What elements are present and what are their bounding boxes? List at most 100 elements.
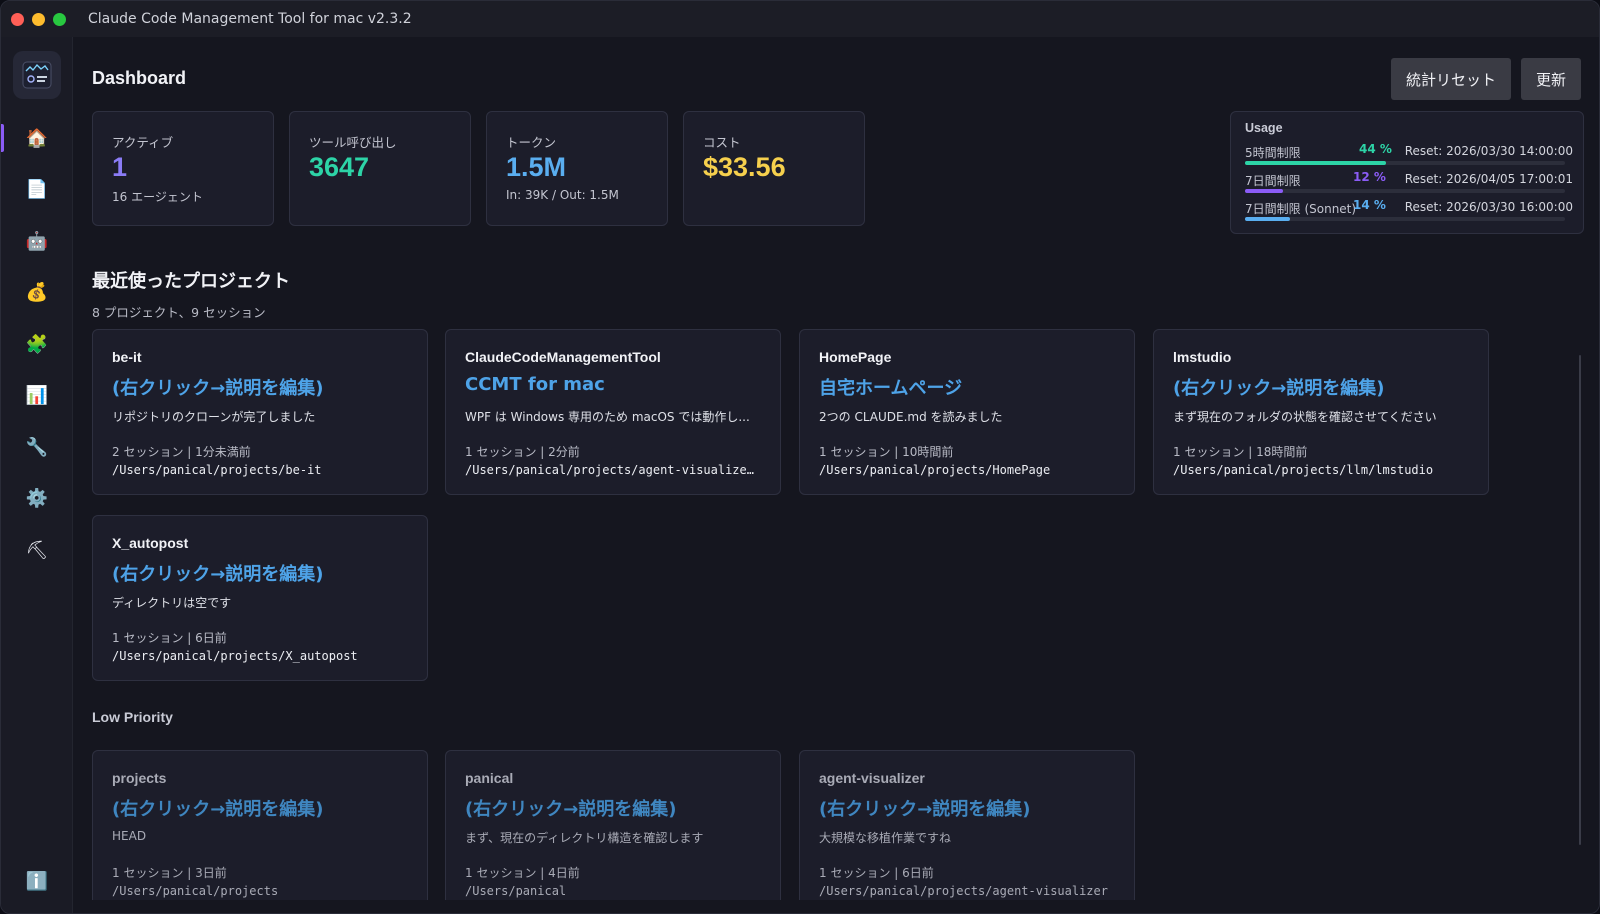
hammer-pick-icon: ⛏ [25,539,49,561]
project-description: (右クリック→説明を編集) [819,799,1031,820]
project-name: lmstudio [1173,349,1232,365]
project-description: (右クリック→説明を編集) [112,799,324,820]
recent-projects-title: 最近使ったプロジェクト [92,271,290,292]
gear-icon: ⚙️ [25,488,49,509]
project-card[interactable]: lmstudio (右クリック→説明を編集) まず現在のフォルダの状態を確認させてく… [1153,329,1489,495]
project-name: panical [465,770,514,786]
project-last-message: HEAD [112,829,147,843]
project-session-info: 2 セッション | 1分未満前 [112,445,251,459]
app-logo-icon [13,51,61,99]
project-card[interactable]: HomePage 自宅ホームページ 2つの CLAUDE.md を読みました 1 セッ… [799,329,1135,495]
project-card[interactable]: be-it (右クリック→説明を編集) リポジトリのクローンが完了しました 2 セッシ… [92,329,428,495]
stat-value: 3647 [309,152,370,182]
project-card[interactable]: panical (右クリック→説明を編集) まず、現在のディレクトリ構造を確認します… [445,750,781,900]
document-icon: 📄 [25,179,49,200]
reset-stats-button[interactable]: 統計リセット [1391,58,1511,100]
stat-card-tokens: トークン 1.5M In: 39K / Out: 1.5M [486,111,668,226]
low-priority-title: Low Priority [92,709,173,725]
project-session-info: 1 セッション | 2分前 [465,445,580,459]
project-path: /Users/panical/projects/agent-visualize… [465,463,754,477]
project-session-info: 1 セッション | 18時間前 [1173,445,1308,459]
project-last-message: WPF は Windows 専用のため macOS では動作し... [465,410,750,424]
stat-card-tool-calls: ツール呼び出し 3647 [289,111,471,226]
usage-progress-fill [1245,189,1284,193]
project-name: HomePage [819,349,892,365]
stat-label: コスト [703,135,741,150]
project-card[interactable]: ClaudeCodeManagementTool CCMT for mac WPF … [445,329,781,495]
usage-label: 7日間制限 (Sonnet) [1245,202,1357,216]
wrench-icon: 🔧 [25,436,49,458]
project-path: /Users/panical [465,884,567,898]
usage-panel: Usage 5時間制限 44 % Reset: 2026/03/30 14:00:0… [1230,111,1584,234]
stat-value: 1 [112,152,128,182]
robot-icon: 🤖 [25,230,49,252]
app-logo-graphic [22,61,52,89]
project-path: /Users/panical/projects/llm/lmstudio [1173,463,1434,477]
project-session-info: 1 セッション | 6日前 [819,866,934,880]
project-card[interactable]: projects (右クリック→説明を編集) HEAD 1 セッション | 3日前/U… [92,750,428,900]
sidebar-item-gear[interactable]: ⚙️ [1,479,73,519]
project-description: CCMT for mac [465,374,605,395]
sidebar: 🏠 📄 🤖 💰 🧩 📊 🔧 ⚙️ ⛏ ℹ️ [1,37,73,913]
page-title: Dashboard [92,68,187,88]
project-name: X_autopost [112,535,189,551]
project-description: (右クリック→説明を編集) [1173,378,1385,399]
project-description: 自宅ホームページ [819,378,963,399]
usage-reset-time: Reset: 2026/04/05 17:00:01 [1404,172,1573,186]
close-window-button[interactable] [11,12,24,26]
usage-progress-track [1245,217,1565,221]
project-description: (右クリック→説明を編集) [465,799,677,820]
sidebar-item-home[interactable]: 🏠 [1,118,73,158]
stat-value: 1.5M [506,152,567,182]
project-last-message: リポジトリのクローンが完了しました [112,410,316,424]
home-icon: 🏠 [25,127,49,149]
project-last-message: 2つの CLAUDE.md を読みました [819,410,1003,424]
project-description: (右クリック→説明を編集) [112,378,324,399]
main-content: Dashboard 統計リセット 更新 アクティブ 1 16 エージェント ツー… [73,37,1599,913]
project-name: be-it [112,349,142,365]
project-path: /Users/panical/projects/X_autopost [112,649,358,663]
zoom-window-button[interactable] [53,12,66,26]
project-path: /Users/panical/projects [112,884,279,898]
project-card[interactable]: agent-visualizer (右クリック→説明を編集) 大規模な移植作業ですね… [799,750,1135,900]
usage-reset-time: Reset: 2026/03/30 14:00:00 [1404,144,1573,158]
title-bar: Claude Code Management Tool for mac v2.3… [1,1,1599,37]
sidebar-item-bar-chart[interactable]: 📊 [1,376,73,416]
usage-percent: 12 % [1353,170,1386,184]
usage-row: 7日間制限 (Sonnet) 14 % Reset: 2026/03/30 16:0… [1245,198,1573,228]
usage-reset-time: Reset: 2026/03/30 16:00:00 [1404,200,1573,214]
project-path: /Users/panical/projects/HomePage [819,463,1051,477]
project-name: projects [112,770,167,786]
traffic-lights [11,12,66,26]
usage-label: 7日間制限 [1245,174,1301,188]
scrollbar[interactable] [1579,355,1581,845]
project-session-info: 1 セッション | 3日前 [112,866,227,880]
project-session-info: 1 セッション | 6日前 [112,631,227,645]
sidebar-item-robot[interactable]: 🤖 [1,221,73,261]
puzzle-icon: 🧩 [25,333,49,355]
minimize-window-button[interactable] [32,12,45,26]
project-last-message: ディレクトリは空です [112,596,232,610]
stat-sub: 16 エージェント [112,190,203,204]
usage-row: 5時間制限 44 % Reset: 2026/03/30 14:00:00 [1245,142,1573,172]
usage-progress-fill [1245,217,1290,221]
project-session-info: 1 セッション | 4日前 [465,866,580,880]
sidebar-item-money-bag[interactable]: 💰 [1,273,73,313]
info-nav-item[interactable]: ℹ️ [1,861,73,901]
usage-row: 7日間制限 12 % Reset: 2026/04/05 17:00:01 [1245,170,1573,200]
stat-sub: In: 39K / Out: 1.5M [506,188,619,202]
app-window: Claude Code Management Tool for mac v2.3… [0,0,1600,914]
project-description: (右クリック→説明を編集) [112,564,324,585]
project-name: agent-visualizer [819,770,925,786]
bar-chart-icon: 📊 [25,385,49,406]
sidebar-item-wrench[interactable]: 🔧 [1,427,73,467]
usage-progress-track [1245,161,1565,165]
refresh-button[interactable]: 更新 [1521,58,1581,100]
usage-title: Usage [1245,121,1283,135]
stat-value: $33.56 [703,152,786,182]
sidebar-item-hammer-pick[interactable]: ⛏ [1,530,73,570]
project-last-message: まず現在のフォルダの状態を確認させてください [1173,410,1437,424]
project-card[interactable]: X_autopost (右クリック→説明を編集) ディレクトリは空です 1 セッション… [92,515,428,681]
sidebar-item-puzzle[interactable]: 🧩 [1,324,73,364]
sidebar-item-document[interactable]: 📄 [1,170,73,210]
